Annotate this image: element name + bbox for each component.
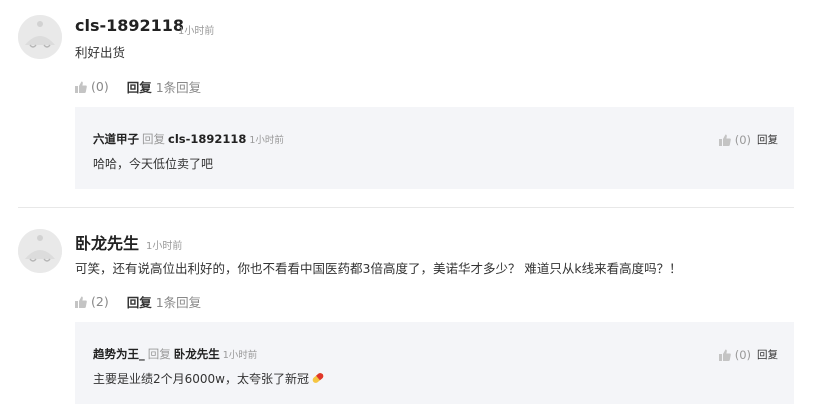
thumbs-up-icon[interactable] <box>718 134 731 146</box>
reply-like-count[interactable]: (0) <box>735 348 751 362</box>
thumbs-up-icon[interactable] <box>718 349 731 361</box>
reply-count-link[interactable]: 1条回复 <box>156 292 201 311</box>
reply-time: 1小时前 <box>222 350 258 361</box>
reply-actions: (0) 回复 <box>718 347 778 362</box>
reply-button[interactable]: 回复 <box>127 292 152 311</box>
comment-time: 1小时前 <box>146 241 183 252</box>
reply-time: 1小时前 <box>249 135 284 146</box>
default-avatar-icon <box>18 229 62 273</box>
reply-reply-button[interactable]: 回复 <box>757 347 778 362</box>
reply-box: 趋势为王_ 回复 卧龙先生 1小时前 主要是业绩2个月6000w，太夸张了新冠 (0)… <box>75 322 794 404</box>
reply-content-text: 主要是业绩2个月6000w，太夸张了新冠 <box>93 372 309 386</box>
reply-button[interactable]: 回复 <box>127 77 152 96</box>
reply-reply-button[interactable]: 回复 <box>757 132 778 147</box>
reply-box: 六道甲子 回复 cls-1892118 1小时前 哈哈，今天低位卖了吧 (0) 回复 <box>75 107 794 189</box>
reply-verb: 回复 <box>142 132 165 146</box>
comment-actions: (2) 回复 1条回复 <box>75 292 201 311</box>
like-count[interactable]: (0) <box>91 79 109 94</box>
avatar[interactable] <box>18 15 62 59</box>
default-avatar-icon <box>18 15 62 59</box>
reply-target[interactable]: 卧龙先生 <box>174 347 220 361</box>
avatar[interactable] <box>18 229 62 273</box>
username[interactable]: 卧龙先生 <box>75 230 139 254</box>
reply-target[interactable]: cls-1892118 <box>168 132 246 146</box>
username[interactable]: cls-1892118 <box>75 16 184 35</box>
reply-header: 趋势为王_ 回复 卧龙先生 1小时前 <box>93 346 257 362</box>
like-count[interactable]: (2) <box>91 294 109 309</box>
reply-like-count[interactable]: (0) <box>735 133 751 147</box>
comment-content: 可笑，还有说高位出利好的，你也不看看中国医药都3倍高度了，美诺华才多少？ 难道只… <box>75 261 682 276</box>
reply-author[interactable]: 趋势为王_ <box>93 347 145 361</box>
comment-divider <box>18 207 794 208</box>
comment-content: 利好出货 <box>75 45 126 60</box>
comment-time: 1小时前 <box>178 26 215 37</box>
reply-content: 哈哈，今天低位卖了吧 <box>93 157 214 171</box>
thumbs-up-icon[interactable] <box>75 296 87 308</box>
comment-actions: (0) 回复 1条回复 <box>75 77 201 96</box>
thumbs-up-icon[interactable] <box>75 81 87 93</box>
pill-emoji-icon <box>311 371 325 385</box>
reply-actions: (0) 回复 <box>718 132 778 147</box>
reply-author[interactable]: 六道甲子 <box>93 132 139 146</box>
reply-count-link[interactable]: 1条回复 <box>156 77 201 96</box>
reply-verb: 回复 <box>147 347 171 361</box>
reply-content: 主要是业绩2个月6000w，太夸张了新冠 <box>93 370 325 387</box>
reply-header: 六道甲子 回复 cls-1892118 1小时前 <box>93 131 284 147</box>
